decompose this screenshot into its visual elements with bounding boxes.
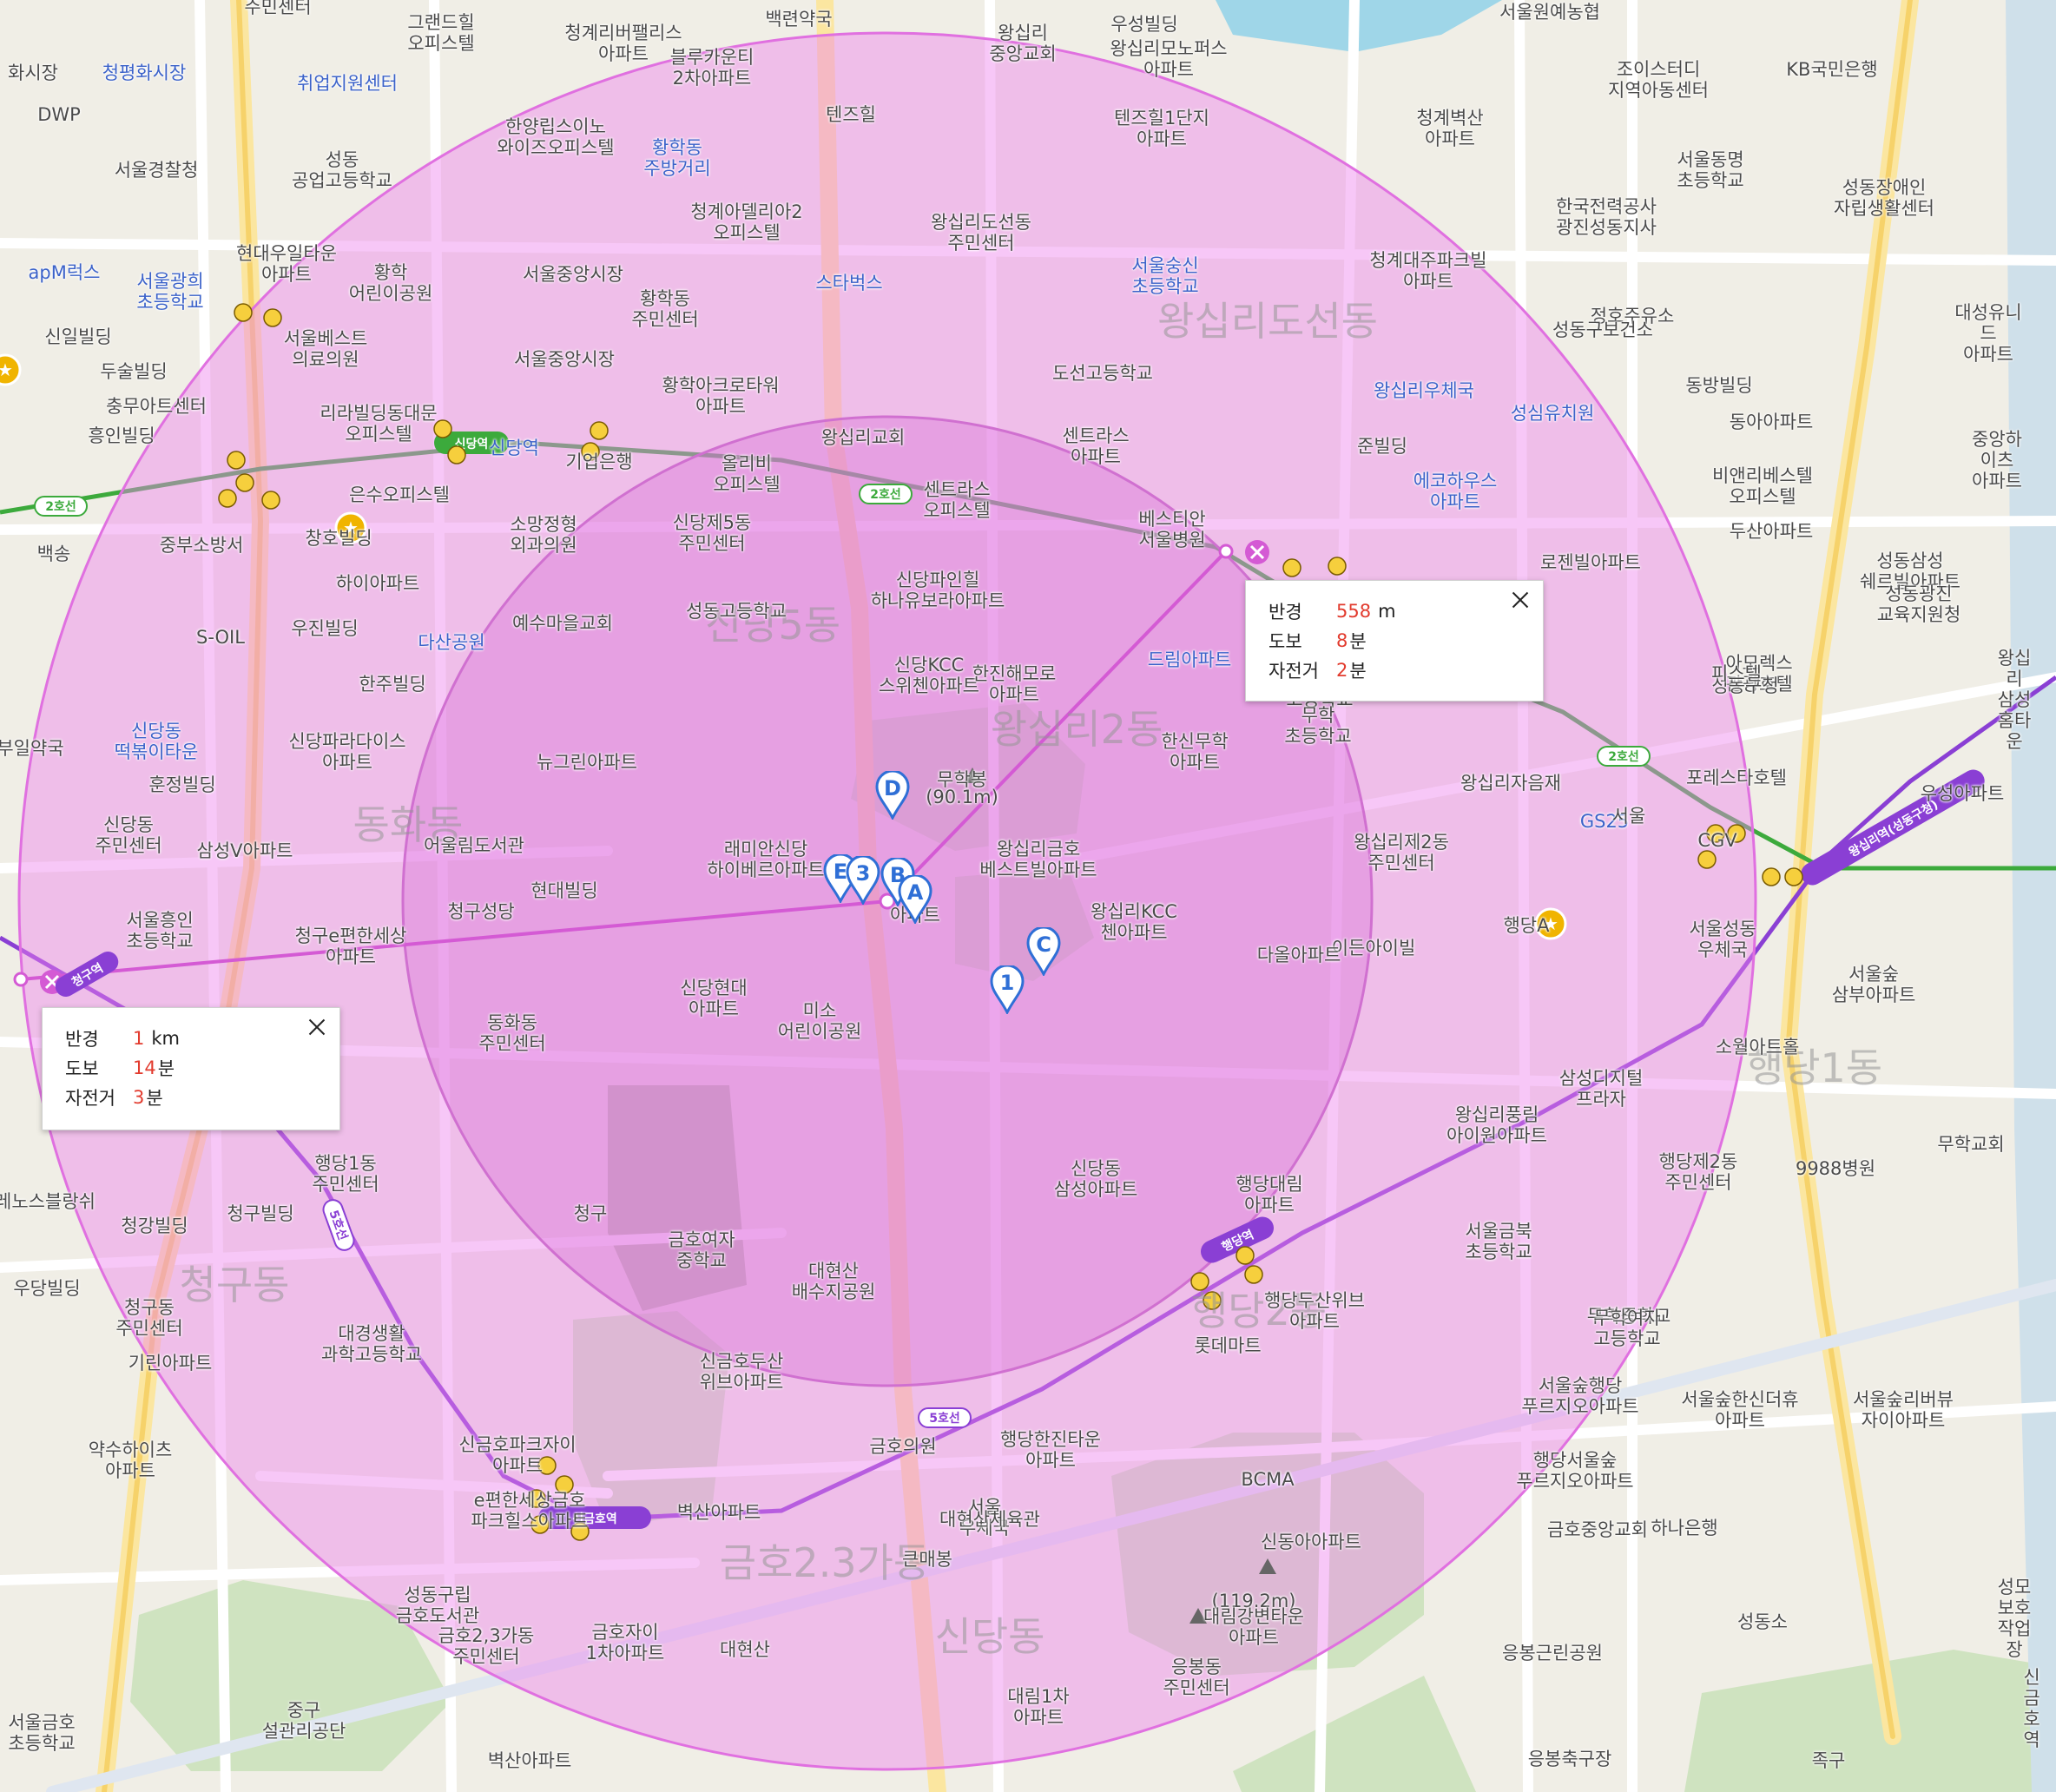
walk-unit: 분 [1349,631,1367,652]
svg-text:★: ★ [1543,913,1558,934]
svg-text:★: ★ [343,517,359,538]
star-poi-icon[interactable]: ★ [334,511,367,544]
station-label: 2호선 [870,488,901,502]
station-label: 2호선 [1608,750,1639,764]
bike-label: 자전거 [65,1088,115,1109]
radius-value: 1 [133,1028,145,1049]
walk-value: 8 [1336,630,1348,651]
bike-value: 3 [133,1087,145,1108]
bike-unit: 분 [1349,661,1367,682]
radius-row: 반경 1 km [43,1024,339,1053]
svg-text:★: ★ [0,359,13,380]
station-label: 5호선 [929,1412,960,1426]
radius-value: 558 [1336,601,1372,622]
bike-row: 자전거 3 분 [43,1083,339,1112]
remove-measure-558m-icon[interactable] [1245,540,1269,564]
measure-info-558m: 반경 558 m 도보 8 분 자전거 2 분 [1245,580,1544,702]
map-marker-3[interactable]: 3 [846,856,880,905]
close-icon[interactable] [306,1017,327,1038]
map-marker-1[interactable]: 1 [990,965,1025,1014]
close-icon[interactable] [1510,590,1531,610]
radius-end-dot-558m [1218,544,1234,559]
radius-label: 반경 [65,1029,99,1050]
radius-row: 반경 558 m [1246,596,1543,626]
bike-label: 자전거 [1269,661,1319,682]
map-marker-d[interactable]: D [875,771,910,820]
bike-unit: 분 [146,1088,163,1109]
map-marker-c[interactable]: C [1026,927,1061,976]
walk-row: 도보 14 분 [43,1053,339,1083]
map-canvas[interactable]: ★ ★ ★ 신당역 신금호역 행당역 왕십리역(성동구청) 청구역 2호선 2호… [0,0,2056,1792]
radius-unit: m [1378,601,1396,622]
walk-row: 도보 8 분 [1246,626,1543,656]
star-poi-icon[interactable]: ★ [1534,907,1567,940]
map-marker-a[interactable]: A [898,875,932,924]
radius-label: 반경 [1269,602,1302,623]
walk-label: 도보 [65,1058,99,1079]
bike-row: 자전거 2 분 [1246,656,1543,685]
station-label: 2호선 [45,500,76,514]
radius-end-dot-1km [13,972,29,987]
walk-unit: 분 [157,1058,175,1079]
walk-label: 도보 [1269,631,1302,652]
radius-unit: km [151,1028,180,1049]
star-poi-icon[interactable]: ★ [0,353,22,386]
bike-value: 2 [1336,660,1348,681]
measure-info-1km: 반경 1 km 도보 14 분 자전거 3 분 [42,1007,340,1130]
walk-value: 14 [133,1057,156,1078]
